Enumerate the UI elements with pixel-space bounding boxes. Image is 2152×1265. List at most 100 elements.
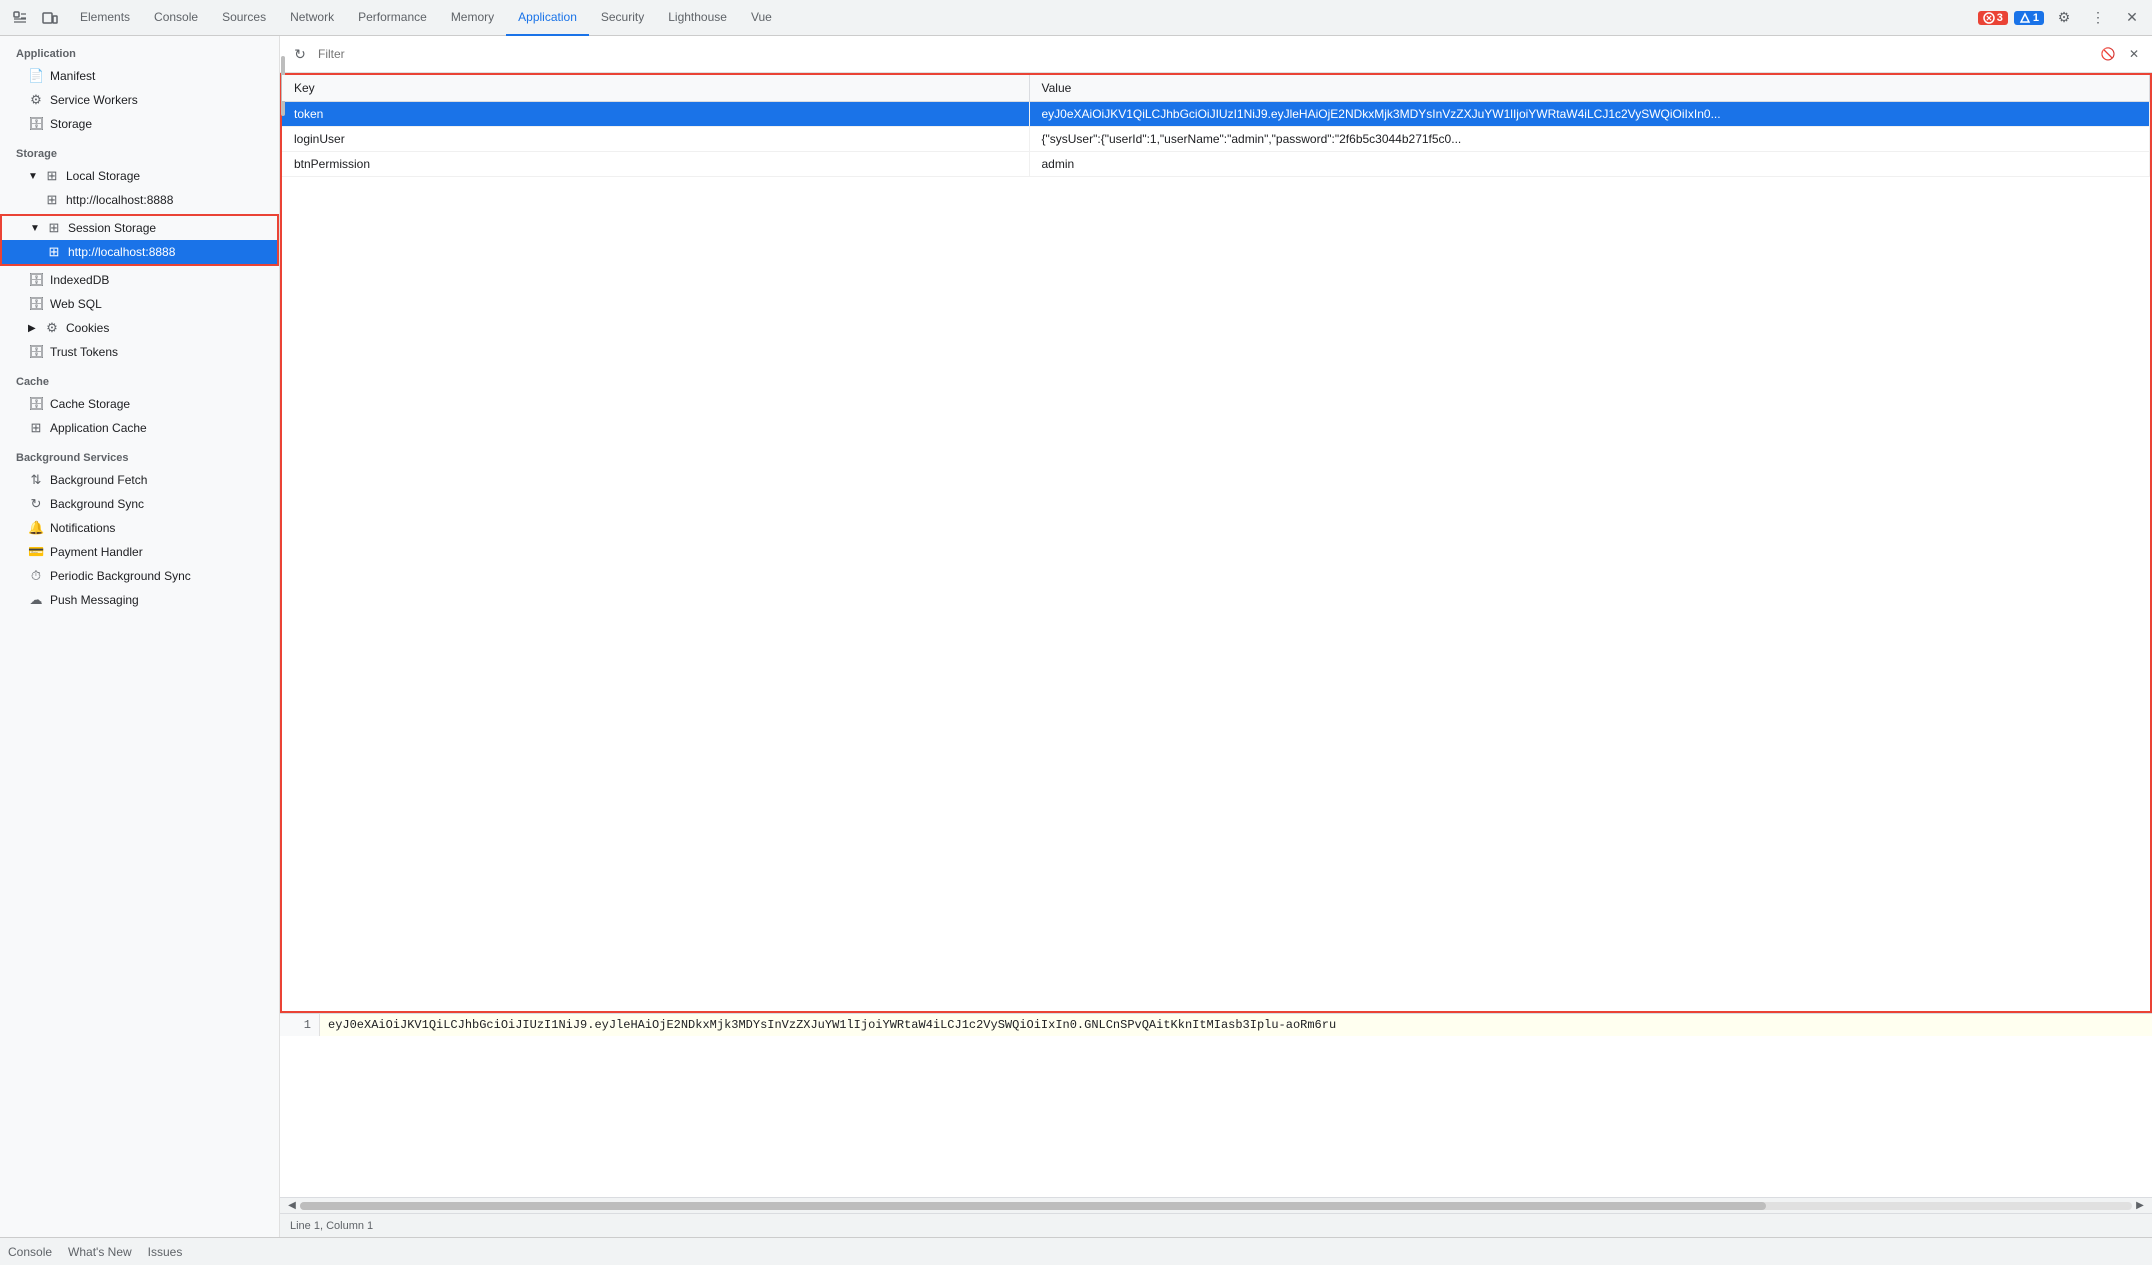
sidebar-item-trust-tokens[interactable]: 🗄 Trust Tokens <box>0 340 279 364</box>
refresh-button[interactable]: ↻ <box>288 42 312 66</box>
bottom-tab-issues[interactable]: Issues <box>148 1241 183 1263</box>
storage-table: Key Value token eyJ0eXAiOiJKV1QiLCJhbGci… <box>282 75 2150 177</box>
sidebar-item-service-workers[interactable]: ⚙ Service Workers <box>0 88 279 112</box>
cookies-icon: ⚙ <box>44 320 60 336</box>
tab-memory[interactable]: Memory <box>439 0 506 36</box>
sidebar-item-cookies[interactable]: ▶ ⚙ Cookies <box>0 316 279 340</box>
sidebar-section-application: Application <box>0 40 279 64</box>
main-area: Application 📄 Manifest ⚙ Service Workers… <box>0 36 2152 1237</box>
sidebar-item-notifications[interactable]: 🔔 Notifications <box>0 516 279 540</box>
sidebar-section-storage: Storage <box>0 140 279 164</box>
bg-sync-icon: ↻ <box>28 496 44 512</box>
sidebar-item-storage[interactable]: 🗄 Storage <box>0 112 279 136</box>
sidebar-item-periodic-bg-sync[interactable]: ⏱ Periodic Background Sync <box>0 564 279 588</box>
table-row[interactable]: loginUser {"sysUser":{"userId":1,"userNa… <box>282 127 2150 152</box>
sidebar-section-cache: Cache <box>0 368 279 392</box>
scrollbar-thumb <box>300 1202 1766 1210</box>
sidebar-container: Application 📄 Manifest ⚙ Service Workers… <box>0 36 280 1237</box>
row-value-loginuser: {"sysUser":{"userId":1,"userName":"admin… <box>1029 127 2150 152</box>
tab-sources[interactable]: Sources <box>210 0 278 36</box>
sidebar-item-session-storage[interactable]: ▼ ⊞ Session Storage <box>2 216 277 240</box>
payment-handler-icon: 💳 <box>28 544 44 560</box>
table-row[interactable]: btnPermission admin <box>282 152 2150 177</box>
more-options-icon[interactable]: ⋮ <box>2084 4 2112 32</box>
device-toggle-icon[interactable] <box>36 4 64 32</box>
settings-icon[interactable]: ⚙ <box>2050 4 2078 32</box>
top-tab-bar: Elements Console Sources Network Perform… <box>0 0 2152 36</box>
column-header-key: Key <box>282 75 1029 102</box>
scroll-right-arrow[interactable]: ▶ <box>2132 1198 2148 1214</box>
content-area: ↻ 🚫 ✕ Key Value token <box>280 36 2152 1237</box>
tab-lighthouse[interactable]: Lighthouse <box>656 0 739 36</box>
tab-security[interactable]: Security <box>589 0 656 36</box>
sidebar-item-session-storage-url[interactable]: ⊞ http://localhost:8888 <box>2 240 277 264</box>
tab-application[interactable]: Application <box>506 0 589 36</box>
scrollbar-track[interactable] <box>300 1202 2132 1210</box>
tab-right-controls: ✕ 3 1 ⚙ ⋮ ✕ <box>1978 4 2146 32</box>
status-bar: Line 1, Column 1 <box>280 1213 2152 1237</box>
row-value-token: eyJ0eXAiOiJKV1QiLCJhbGciOiJIUzI1NiJ9.eyJ… <box>1029 102 2150 127</box>
table-body: token eyJ0eXAiOiJKV1QiLCJhbGciOiJIUzI1Ni… <box>282 102 2150 177</box>
storage-icon: 🗄 <box>28 116 44 132</box>
bottom-tab-console[interactable]: Console <box>8 1241 52 1263</box>
sidebar-item-bg-sync[interactable]: ↻ Background Sync <box>0 492 279 516</box>
tab-network[interactable]: Network <box>278 0 346 36</box>
tab-console[interactable]: Console <box>142 0 210 36</box>
websql-icon: 🗄 <box>28 296 44 312</box>
tab-vue[interactable]: Vue <box>739 0 784 36</box>
session-storage-url-icon: ⊞ <box>46 244 62 260</box>
tab-elements[interactable]: Elements <box>68 0 142 36</box>
row-value-btnpermission: admin <box>1029 152 2150 177</box>
bg-fetch-icon: ⇅ <box>28 472 44 488</box>
sidebar-item-payment-handler[interactable]: 💳 Payment Handler <box>0 540 279 564</box>
service-workers-icon: ⚙ <box>28 92 44 108</box>
sidebar-item-cache-storage[interactable]: 🗄 Cache Storage <box>0 392 279 416</box>
cache-storage-icon: 🗄 <box>28 396 44 412</box>
row-key-loginuser: loginUser <box>282 127 1029 152</box>
main-tab-bar: Elements Console Sources Network Perform… <box>68 0 1974 36</box>
sidebar-item-bg-fetch[interactable]: ⇅ Background Fetch <box>0 468 279 492</box>
expand-arrow-session: ▼ <box>30 223 40 234</box>
local-storage-url-icon: ⊞ <box>44 192 60 208</box>
sidebar: Application 📄 Manifest ⚙ Service Workers… <box>0 36 280 1237</box>
sidebar-section-background: Background Services <box>0 444 279 468</box>
expand-arrow-cookies: ▶ <box>28 323 38 334</box>
table-row[interactable]: token eyJ0eXAiOiJKV1QiLCJhbGciOiJIUzI1Ni… <box>282 102 2150 127</box>
column-header-value: Value <box>1029 75 2150 102</box>
devtools-window: Elements Console Sources Network Perform… <box>0 0 2152 1265</box>
sidebar-item-websql[interactable]: 🗄 Web SQL <box>0 292 279 316</box>
svg-text:✕: ✕ <box>1985 14 1992 23</box>
bottom-tab-whats-new[interactable]: What's New <box>68 1241 132 1263</box>
indexeddb-icon: 🗄 <box>28 272 44 288</box>
sidebar-item-indexeddb[interactable]: 🗄 IndexedDB <box>0 268 279 292</box>
periodic-bg-sync-icon: ⏱ <box>28 568 44 584</box>
sidebar-item-local-storage[interactable]: ▼ ⊞ Local Storage <box>0 164 279 188</box>
sidebar-item-local-storage-url[interactable]: ⊞ http://localhost:8888 <box>0 188 279 212</box>
session-storage-icon: ⊞ <box>46 220 62 236</box>
sidebar-item-push-messaging[interactable]: ☁ Push Messaging <box>0 588 279 612</box>
preview-line-1: 1 eyJ0eXAiOiJKV1QiLCJhbGciOiJIUzI1NiJ9.e… <box>280 1014 2152 1036</box>
storage-table-wrapper: Key Value token eyJ0eXAiOiJKV1QiLCJhbGci… <box>280 73 2152 1013</box>
local-storage-icon: ⊞ <box>44 168 60 184</box>
cursor-position: Line 1, Column 1 <box>290 1220 373 1232</box>
line-number: 1 <box>280 1014 320 1036</box>
row-key-token: token <box>282 102 1029 127</box>
application-cache-icon: ⊞ <box>28 420 44 436</box>
filter-clear-button[interactable]: 🚫 <box>2098 44 2118 64</box>
notifications-icon: 🔔 <box>28 520 44 536</box>
line-content: eyJ0eXAiOiJKV1QiLCJhbGciOiJIUzI1NiJ9.eyJ… <box>320 1014 2152 1036</box>
sidebar-item-manifest[interactable]: 📄 Manifest <box>0 64 279 88</box>
expand-arrow-local: ▼ <box>28 171 38 182</box>
trust-tokens-icon: 🗄 <box>28 344 44 360</box>
toolbar-icons <box>6 4 64 32</box>
filter-input[interactable] <box>318 47 2092 61</box>
filter-x-button[interactable]: ✕ <box>2124 44 2144 64</box>
scroll-left-arrow[interactable]: ◀ <box>284 1198 300 1214</box>
sidebar-item-application-cache[interactable]: ⊞ Application Cache <box>0 416 279 440</box>
filter-bar: ↻ 🚫 ✕ <box>280 36 2152 73</box>
inspect-icon[interactable] <box>6 4 34 32</box>
horizontal-scrollbar[interactable]: ◀ ▶ <box>280 1197 2152 1213</box>
value-preview: 1 eyJ0eXAiOiJKV1QiLCJhbGciOiJIUzI1NiJ9.e… <box>280 1013 2152 1213</box>
tab-performance[interactable]: Performance <box>346 0 439 36</box>
close-devtools-icon[interactable]: ✕ <box>2118 4 2146 32</box>
